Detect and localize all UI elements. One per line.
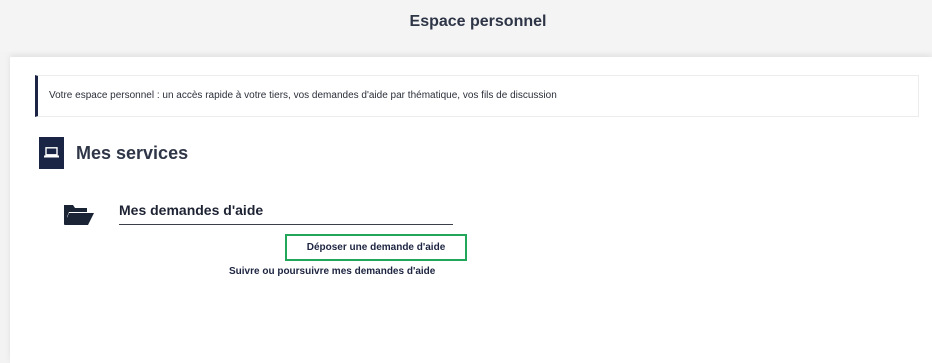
info-banner: Votre espace personnel : un accès rapide… (35, 75, 919, 117)
section-divider (119, 224, 453, 225)
deposer-demande-link[interactable]: Déposer une demande d'aide (285, 234, 467, 261)
page-header: Espace personnel (0, 0, 932, 52)
laptop-icon (39, 137, 64, 169)
personal-space-card: Votre espace personnel : un accès rapide… (10, 57, 932, 363)
info-banner-text: Votre espace personnel : un accès rapide… (49, 90, 557, 101)
page-title: Espace personnel (409, 13, 547, 30)
services-section-title: Mes services (76, 143, 189, 163)
folder-open-icon (63, 203, 95, 232)
demandes-section-title: Mes demandes d'aide (119, 202, 264, 218)
suivre-demandes-link[interactable]: Suivre ou poursuivre mes demandes d'aide (229, 266, 435, 277)
